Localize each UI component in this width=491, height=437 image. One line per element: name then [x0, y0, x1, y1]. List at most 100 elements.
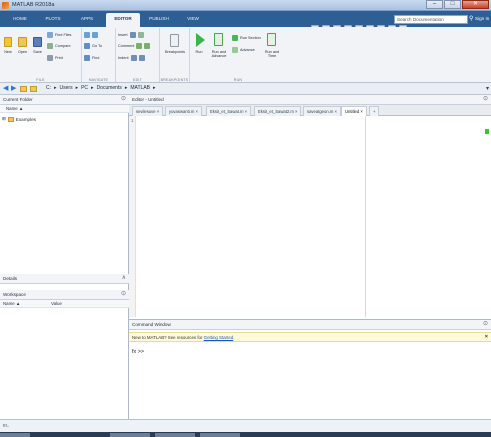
run-button[interactable]: Run: [192, 50, 206, 54]
comment-button[interactable]: Comment: [118, 43, 151, 49]
editor-tab-active[interactable]: Untitled ×: [341, 106, 367, 116]
breadcrumb-separator-icon: ▸: [54, 85, 57, 91]
breadcrumb-drive[interactable]: C:: [46, 85, 51, 91]
workspace-name-column: Name ▲: [3, 301, 21, 306]
folder-row[interactable]: ⊞ Examples: [2, 116, 36, 122]
workspace-column-header[interactable]: Name ▲ Value: [0, 300, 129, 308]
tab-view[interactable]: VIEW: [180, 13, 206, 27]
tab-home[interactable]: HOME: [5, 13, 35, 27]
run-and-time-button[interactable]: Run and Time: [262, 50, 282, 58]
taskbar-item[interactable]: [200, 433, 240, 437]
indent-button[interactable]: Indent: [118, 55, 145, 61]
workspace-title: Workspace: [3, 292, 26, 297]
breadcrumb-documents[interactable]: Documents: [97, 85, 122, 91]
insert-button[interactable]: Insert: [118, 32, 144, 38]
address-dropdown-icon[interactable]: ▾: [486, 85, 489, 92]
open-button[interactable]: Open: [16, 50, 29, 54]
taskbar-item[interactable]: [155, 433, 195, 437]
current-folder-column-header[interactable]: Name ▲: [0, 105, 129, 113]
taskbar-item[interactable]: [110, 433, 150, 437]
start-button[interactable]: [0, 433, 30, 437]
advance-button[interactable]: Advance: [232, 47, 255, 53]
open-icon: [18, 37, 27, 47]
breakpoints-button[interactable]: Breakpoints: [161, 50, 189, 54]
line-number-gutter: 1: [129, 116, 136, 317]
breadcrumb-matlab[interactable]: MATLAB: [130, 85, 150, 91]
breadcrumb-pc[interactable]: PC: [81, 85, 88, 91]
comment-icon: [136, 43, 143, 49]
editor-header: Editor - Untitled ⊙: [129, 95, 491, 105]
run-section-icon: [232, 35, 238, 41]
find-files-icon: [47, 32, 53, 38]
editor-tab[interactable]: saveatgeon.m ×: [303, 106, 341, 116]
navigate-group-label: NAVIGATE: [88, 78, 109, 82]
new-tab-button[interactable]: +: [369, 106, 380, 116]
find-files-button[interactable]: Find Files: [47, 32, 71, 38]
run-and-advance-button[interactable]: Run and Advance: [208, 50, 230, 58]
panel-actions-icon[interactable]: ⊙: [483, 95, 488, 104]
compare-button[interactable]: Compare: [47, 43, 71, 49]
goto-button[interactable]: Go To: [84, 43, 102, 49]
search-input[interactable]: Search Documentation: [394, 15, 468, 24]
panel-actions-icon[interactable]: ⊙: [121, 95, 126, 104]
breadcrumb-users[interactable]: Users: [60, 85, 73, 91]
command-window-title: Command Window: [132, 322, 171, 327]
command-window: Command Window ⊙ New to MATLAB? See reso…: [129, 319, 491, 419]
editor-tab[interactable]: Eksit_et_Sawat.m ×: [206, 106, 252, 116]
compare-icon: [47, 43, 53, 49]
run-section-label: Run Section: [240, 36, 261, 40]
print-button[interactable]: Print: [47, 55, 63, 61]
right-text-margin: [365, 116, 366, 317]
tab-editor[interactable]: EDITOR: [106, 13, 140, 27]
new-button[interactable]: New: [2, 50, 14, 54]
minimize-button[interactable]: –: [426, 0, 443, 9]
code-analyzer-status-icon[interactable]: [485, 129, 489, 134]
up-folder-icon[interactable]: [20, 86, 27, 92]
editor-tab-label: Eksit_et_Sawat2.m: [258, 109, 294, 114]
editor-panel: Editor - Untitled ⊙ sevilesuve × yuvaswa…: [129, 95, 491, 317]
find-button[interactable]: Find: [84, 55, 99, 61]
find-files-label: Find Files: [55, 33, 72, 37]
browse-folder-icon[interactable]: [30, 86, 37, 92]
save-button[interactable]: Save: [31, 50, 44, 54]
editor-tab-label: Eksit_et_Sawat.m: [210, 109, 244, 114]
details-header[interactable]: Details ∧: [0, 274, 129, 284]
run-and-advance-icon: [214, 33, 223, 46]
close-button[interactable]: ✕: [462, 0, 489, 9]
editor-tab[interactable]: Eksit_et_Sawat2.m ×: [254, 106, 302, 116]
getting-started-link[interactable]: Getting Started: [204, 335, 234, 340]
nav-arrows[interactable]: [84, 32, 98, 38]
panel-actions-icon[interactable]: ⊙: [121, 290, 126, 299]
title-bar: MATLAB R2018a – □ ✕: [0, 0, 491, 11]
insert-icon: [129, 32, 136, 38]
search-icon[interactable]: ⚲: [469, 15, 473, 22]
tab-plots[interactable]: PLOTS: [38, 13, 68, 27]
notice-end: .: [233, 335, 235, 340]
editor-tab-label: yuvaswanti.m: [169, 109, 195, 114]
forward-icon: [92, 32, 98, 38]
editor-tab[interactable]: yuvaswanti.m ×: [165, 106, 202, 116]
run-and-time-icon: [267, 33, 276, 46]
close-notice-icon[interactable]: ×: [485, 333, 488, 342]
tab-apps[interactable]: APPS: [72, 13, 102, 27]
run-section-button[interactable]: Run Section: [232, 35, 261, 41]
panel-actions-icon[interactable]: ⊙: [483, 320, 488, 329]
command-prompt[interactable]: fx >>: [132, 349, 144, 355]
sign-in-link[interactable]: Sign In: [475, 16, 489, 21]
advance-icon: [232, 47, 238, 53]
breadcrumb-separator-icon: ▸: [153, 85, 156, 91]
forward-arrow-icon[interactable]: ▶: [11, 85, 16, 92]
tab-publish[interactable]: PUBLISH: [143, 13, 175, 27]
back-arrow-icon[interactable]: ◀: [3, 85, 8, 92]
breadcrumb-separator-icon: ▸: [91, 85, 94, 91]
edit-group: Insert Comment Indent EDIT: [116, 28, 160, 82]
breadcrumb: C: ▸ Users ▸ PC ▸ Documents ▸ MATLAB ▸: [46, 85, 156, 91]
advance-label: Advance: [240, 48, 255, 52]
editor-tab[interactable]: sevilesuve ×: [132, 106, 164, 116]
maximize-button[interactable]: □: [444, 0, 461, 9]
current-folder-title: Current Folder: [3, 97, 33, 102]
expand-icon[interactable]: ⊞: [2, 116, 6, 122]
workspace-value-column: Value: [51, 301, 62, 306]
collapse-icon[interactable]: ∧: [122, 274, 126, 283]
address-bar: ◀ ▶ C: ▸ Users ▸ PC ▸ Documents ▸ MATLAB ▸ ▾: [0, 83, 491, 95]
